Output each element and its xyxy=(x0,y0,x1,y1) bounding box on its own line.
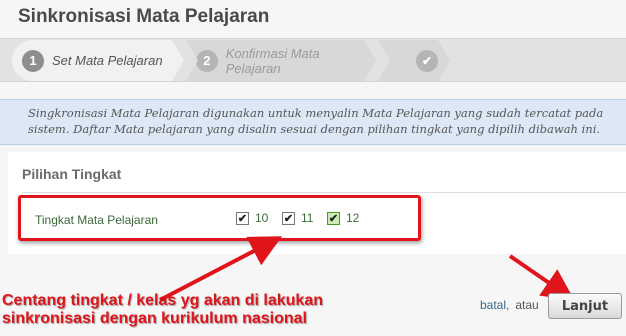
arrow-to-checkboxes xyxy=(159,236,283,302)
or-text: atau xyxy=(515,298,539,312)
cancel-link[interactable]: batal, xyxy=(480,298,509,312)
annotation-text: Centang tingkat / kelas yg akan di lakuk… xyxy=(2,292,323,328)
lanjut-button[interactable]: Lanjut xyxy=(548,293,622,319)
arrow-to-lanjut xyxy=(508,254,575,301)
annotation-arrows xyxy=(159,236,575,302)
annotation-line-2: sinkronisasi dengan kurikulum nasional xyxy=(2,310,307,327)
annotation-line-1: Centang tingkat / kelas yg akan di lakuk… xyxy=(2,292,323,309)
form-actions: batal, atau xyxy=(478,298,539,312)
